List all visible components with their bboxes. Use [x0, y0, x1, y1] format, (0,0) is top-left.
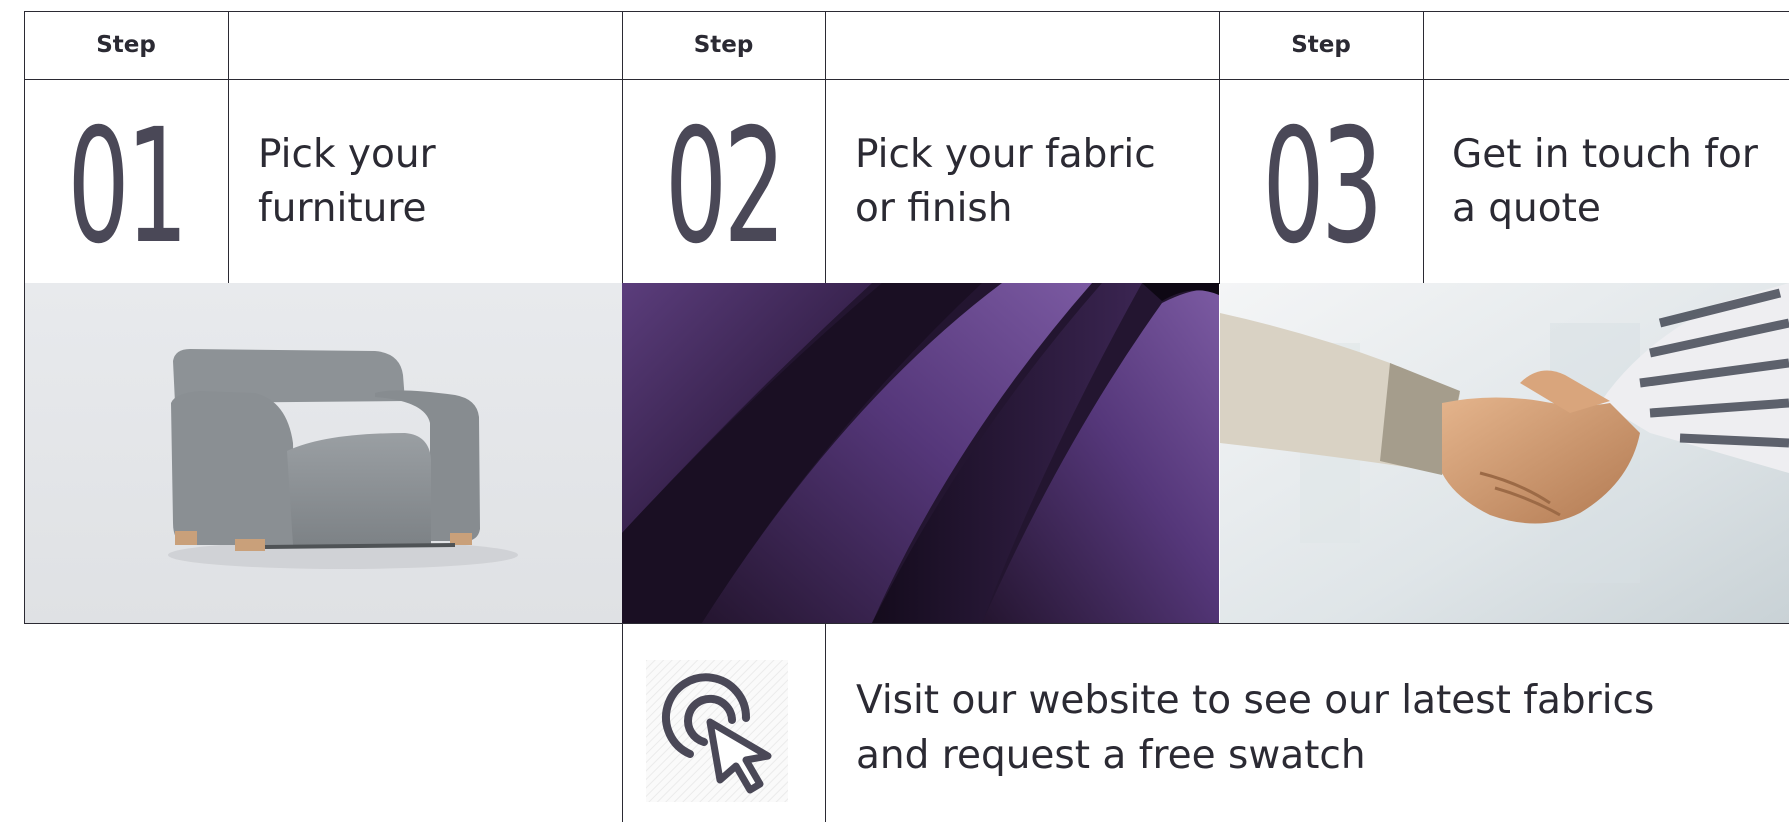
- grid-line-step2-split: [825, 11, 826, 284]
- cta-text-line1: Visit our website to see our latest fabr…: [856, 678, 1655, 723]
- grid-line-images-bottom: [24, 623, 1789, 624]
- step-3-text-line2: a quote: [1452, 186, 1601, 231]
- leather-illustration: [622, 283, 1219, 623]
- step-1-text: Pick your furniture: [258, 128, 436, 236]
- armchair-illustration: [25, 283, 622, 623]
- grid-line-header: [24, 79, 1789, 80]
- grid-line-step3-split: [1423, 11, 1424, 284]
- step-2-text-line2: or finish: [855, 186, 1013, 231]
- step-3-label: Step: [1291, 32, 1351, 58]
- grid-line-cta-split: [825, 623, 826, 822]
- armchair-photo: [25, 283, 622, 623]
- step-1-label: Step: [96, 32, 156, 58]
- step-3-number: 03: [1262, 95, 1383, 279]
- step-2-text: Pick your fabric or finish: [855, 128, 1156, 236]
- step-1-text-line2: furniture: [258, 186, 427, 231]
- step-3-text: Get in touch for a quote: [1452, 128, 1758, 236]
- grid-line-top: [24, 11, 1789, 12]
- grid-line-step1-split: [228, 11, 229, 284]
- step-2-text-line1: Pick your fabric: [855, 132, 1156, 177]
- cta-text: Visit our website to see our latest fabr…: [856, 673, 1654, 783]
- cta-text-line2: and request a free swatch: [856, 733, 1366, 778]
- step-1-text-line1: Pick your: [258, 132, 436, 177]
- step-3-text-line1: Get in touch for: [1452, 132, 1758, 177]
- handshake-illustration: [1220, 283, 1789, 623]
- step-2-number: 02: [664, 95, 786, 279]
- step-2-label: Step: [693, 32, 754, 58]
- cursor-click-icon: [646, 660, 788, 802]
- purple-leather-photo: [622, 283, 1219, 623]
- step-1-number: 01: [67, 95, 188, 279]
- handshake-photo: [1220, 283, 1789, 623]
- cta-icon-box[interactable]: [646, 660, 788, 802]
